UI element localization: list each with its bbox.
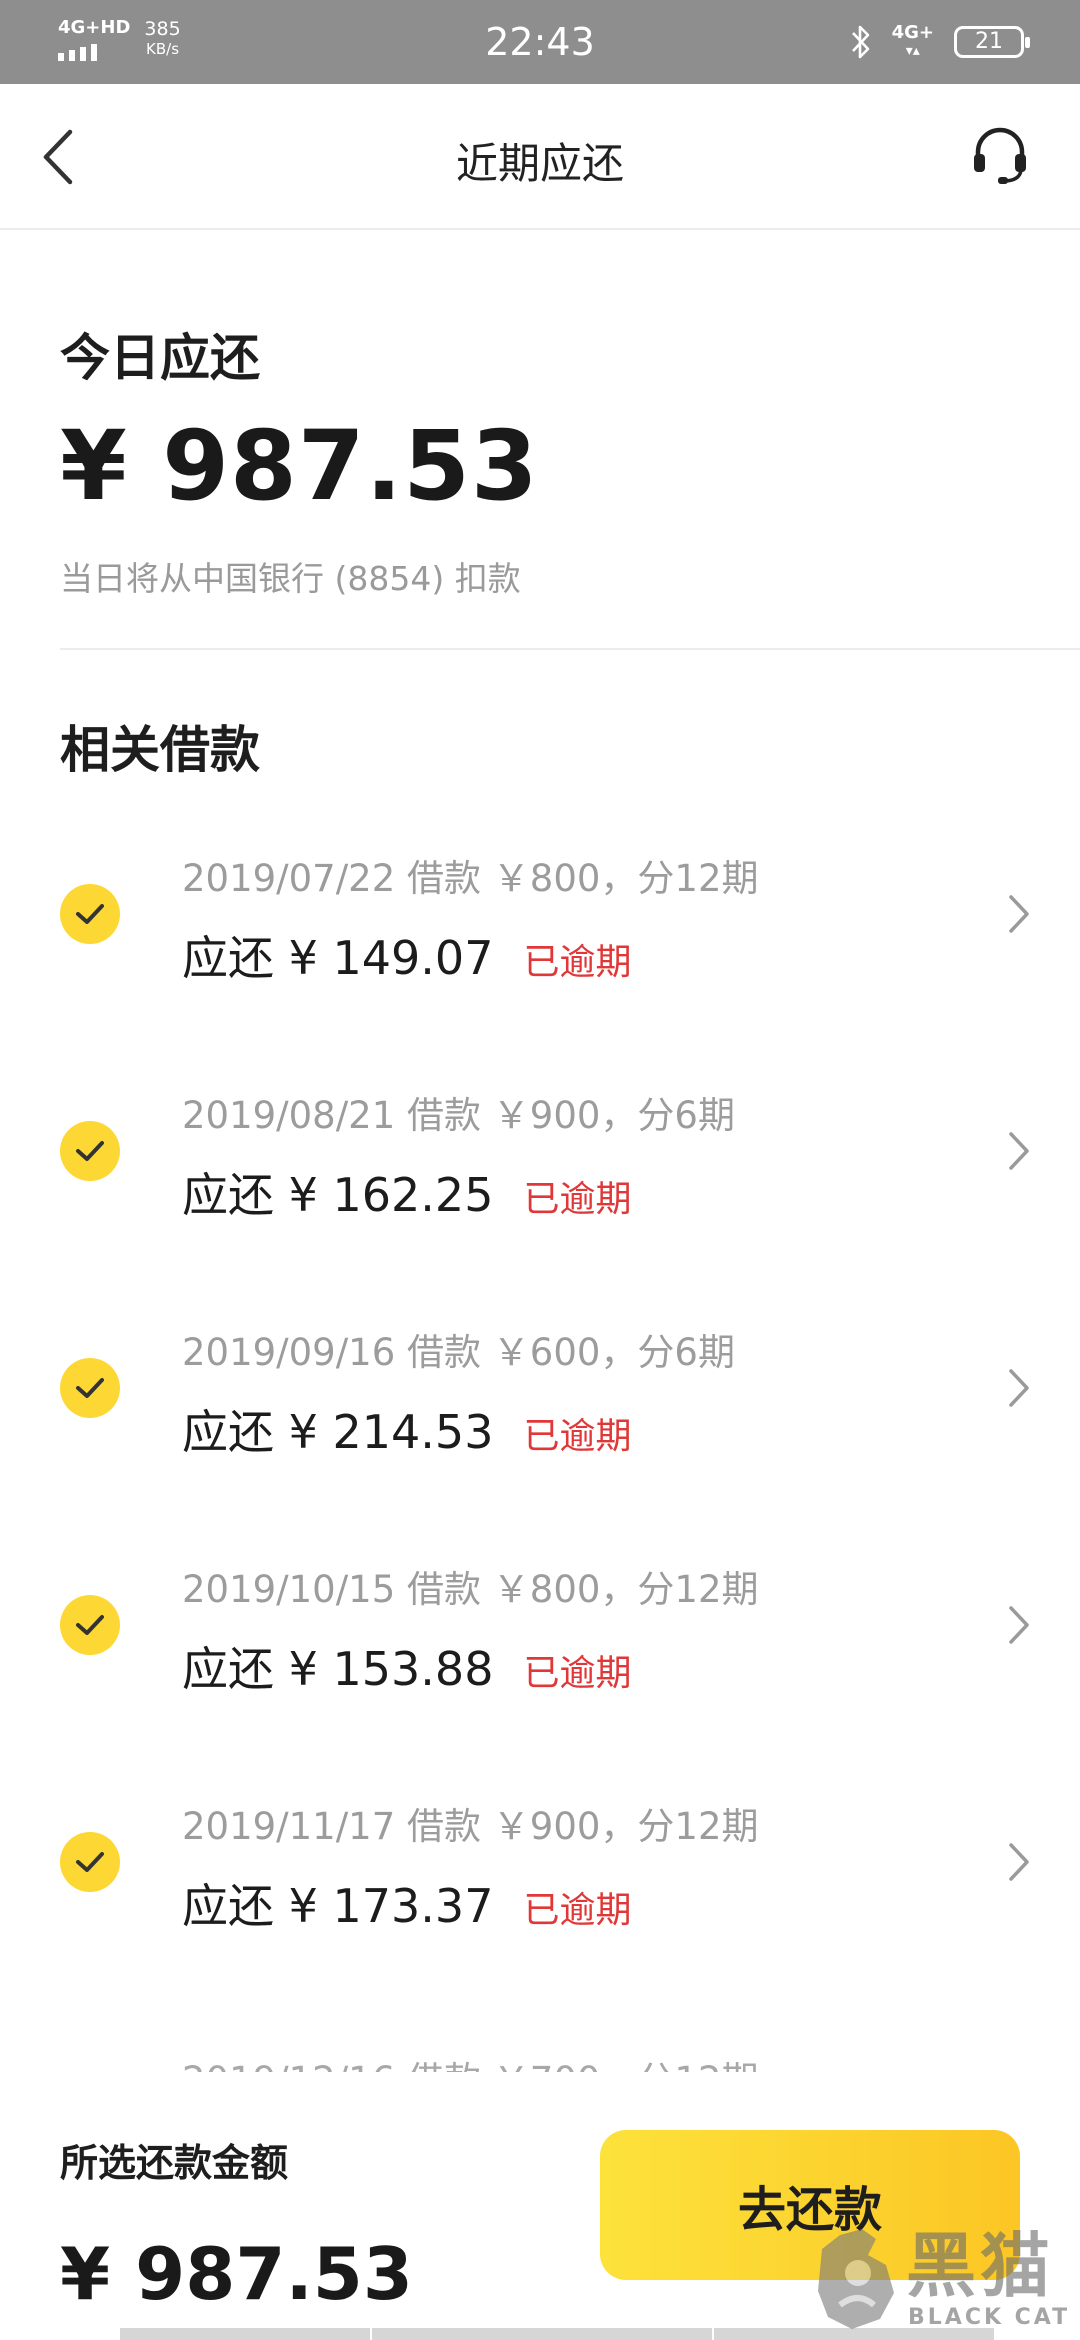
home-indicator [372, 2328, 712, 2340]
loan-due-amount: 应还 ¥ 173.37 [182, 1879, 494, 1933]
overdue-badge: 已逾期 [523, 1890, 632, 1931]
overdue-badge: 已逾期 [523, 1179, 632, 1220]
loans-title: 相关借款 [60, 721, 260, 779]
loan-item[interactable]: 2019/10/15 借款 ￥800，分12期 应还 ¥ 153.88 已逾期 [0, 1531, 1080, 1731]
today-title: 今日应还 [60, 329, 260, 387]
loan-meta: 2019/12/16 借款 ￥700，分12期 [182, 2050, 758, 2072]
loan-item[interactable]: 2019/09/16 借款 ￥600，分6期 应还 ¥ 214.53 已逾期 [0, 1294, 1080, 1494]
chevron-right-icon[interactable] [1006, 1366, 1032, 1410]
signal-arrows-icon: ▾▴ [905, 43, 920, 59]
selected-amount: ¥ 987.53 [60, 2232, 414, 2316]
loan-due-amount: 应还 ¥ 149.07 [182, 931, 494, 985]
overdue-badge: 已逾期 [523, 1416, 632, 1457]
loan-due-amount: 应还 ¥ 153.88 [182, 1642, 494, 1696]
loan-meta: 2019/07/22 借款 ￥800，分12期 [182, 857, 759, 900]
overdue-badge: 已逾期 [523, 1653, 632, 1694]
loan-item-partial[interactable]: 2019/12/16 借款 ￥700，分12期 [182, 2048, 882, 2072]
check-icon[interactable] [60, 1832, 120, 1892]
overdue-badge: 已逾期 [523, 942, 632, 983]
loan-due-amount: 应还 ¥ 214.53 [182, 1405, 494, 1459]
watermark-cn: 黑猫 [906, 2225, 1054, 2307]
chevron-right-icon[interactable] [1006, 1840, 1032, 1884]
chevron-right-icon[interactable] [1006, 892, 1032, 936]
loan-meta: 2019/11/17 借款 ￥900，分12期 [182, 1805, 759, 1848]
loan-item[interactable]: 2019/07/22 借款 ￥800，分12期 应还 ¥ 149.07 已逾期 [0, 820, 1080, 1020]
check-icon[interactable] [60, 1358, 120, 1418]
selected-amount-label: 所选还款金额 [60, 2141, 289, 2185]
watermark-en: BLACK CAT [908, 2305, 1071, 2330]
battery-icon: 21 [954, 26, 1030, 58]
battery-level: 21 [975, 29, 1003, 54]
loan-meta: 2019/08/21 借款 ￥900，分6期 [182, 1094, 735, 1137]
chevron-right-icon[interactable] [1006, 1603, 1032, 1647]
deduct-note: 当日将从中国银行 (8854) 扣款 [60, 559, 521, 598]
status-bar: 4G+HD 385 KB/s 22:43 4G+ ▾▴ 21 [0, 0, 1080, 84]
loan-due-amount: 应还 ¥ 162.25 [182, 1168, 494, 1222]
loan-meta: 2019/09/16 借款 ￥600，分6期 [182, 1331, 735, 1374]
home-indicator [120, 2328, 370, 2340]
loan-meta: 2019/10/15 借款 ￥800，分12期 [182, 1568, 759, 1611]
cat-logo-icon [818, 2229, 894, 2329]
chevron-right-icon[interactable] [1006, 1129, 1032, 1173]
network-right: 4G+ ▾▴ [892, 24, 934, 60]
bluetooth-icon [851, 25, 869, 59]
headset-icon[interactable] [970, 124, 1030, 186]
loan-item[interactable]: 2019/11/17 借款 ￥900，分12期 应还 ¥ 173.37 已逾期 [0, 1768, 1080, 1968]
network-right-label: 4G+ [891, 22, 934, 43]
page-title: 近期应还 [455, 139, 624, 188]
check-icon[interactable] [60, 884, 120, 944]
watermark: 黑猫 BLACK CAT [810, 2225, 1080, 2340]
check-icon[interactable] [60, 1121, 120, 1181]
today-amount: ¥ 987.53 [60, 410, 539, 522]
check-icon[interactable] [60, 1595, 120, 1655]
loan-item[interactable]: 2019/08/21 借款 ￥900，分6期 应还 ¥ 162.25 已逾期 [0, 1057, 1080, 1257]
divider [60, 648, 1080, 650]
nav-bar: 近期应还 [0, 84, 1080, 230]
